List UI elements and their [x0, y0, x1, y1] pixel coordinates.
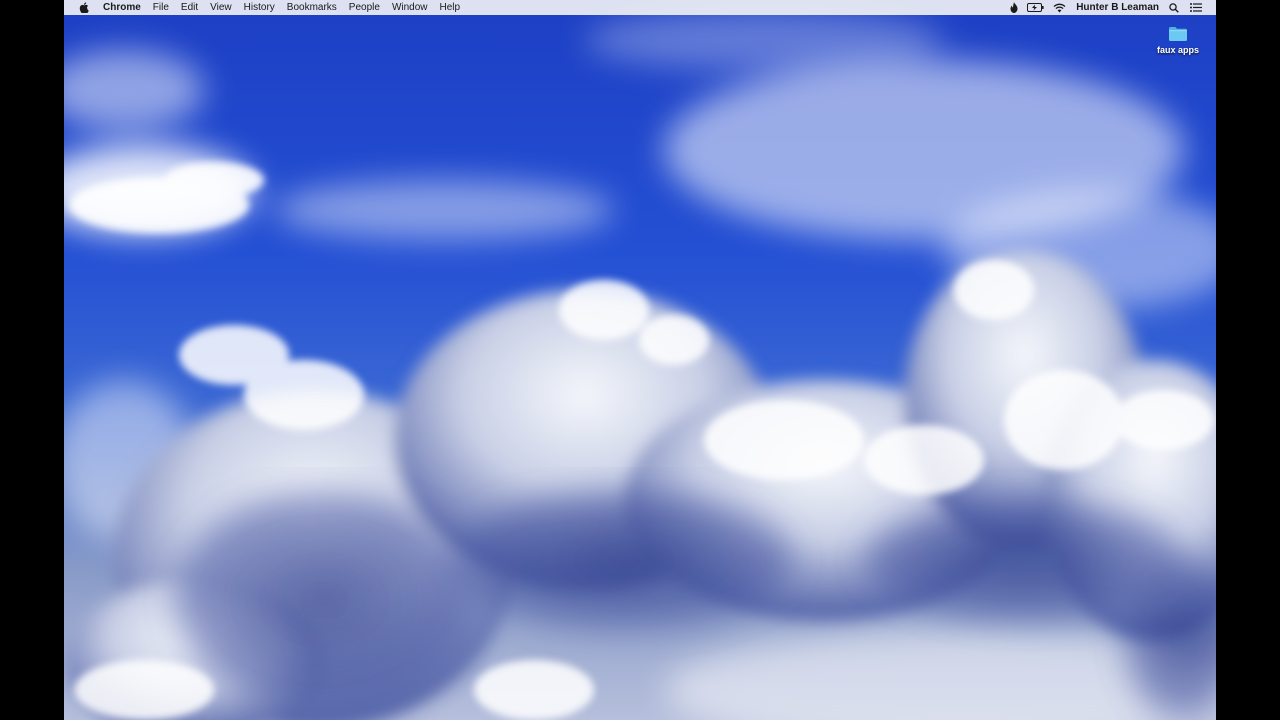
apple-icon[interactable]	[78, 2, 90, 14]
menu-history[interactable]: History	[238, 0, 281, 15]
folder-label: faux apps	[1156, 45, 1199, 55]
menu-help[interactable]: Help	[434, 0, 467, 15]
battery-charging-icon[interactable]	[1027, 0, 1044, 15]
desktop-folder-faux-apps[interactable]: faux apps	[1152, 26, 1204, 55]
menu-edit[interactable]: Edit	[175, 0, 204, 15]
list-icon[interactable]	[1190, 0, 1202, 15]
fire-icon[interactable]	[1010, 0, 1018, 15]
menu-people[interactable]: People	[343, 0, 386, 15]
search-icon[interactable]	[1169, 0, 1179, 15]
folder-icon	[1169, 27, 1187, 41]
menu-bookmarks[interactable]: Bookmarks	[281, 0, 343, 15]
menu-bar-left: Chrome File Edit View History Bookmarks …	[64, 0, 466, 15]
menu-bar: Chrome File Edit View History Bookmarks …	[64, 0, 1216, 15]
menu-bar-right: Hunter B Leaman	[1001, 0, 1202, 15]
desktop-screen: Chrome File Edit View History Bookmarks …	[64, 0, 1216, 720]
app-menu-chrome[interactable]: Chrome	[102, 0, 147, 15]
user-name[interactable]: Hunter B Leaman	[1076, 0, 1159, 15]
menu-view[interactable]: View	[204, 0, 238, 15]
menu-window[interactable]: Window	[386, 0, 434, 15]
menu-file[interactable]: File	[147, 0, 175, 15]
cloud-wallpaper	[64, 0, 1216, 720]
wifi-icon[interactable]	[1053, 0, 1066, 15]
